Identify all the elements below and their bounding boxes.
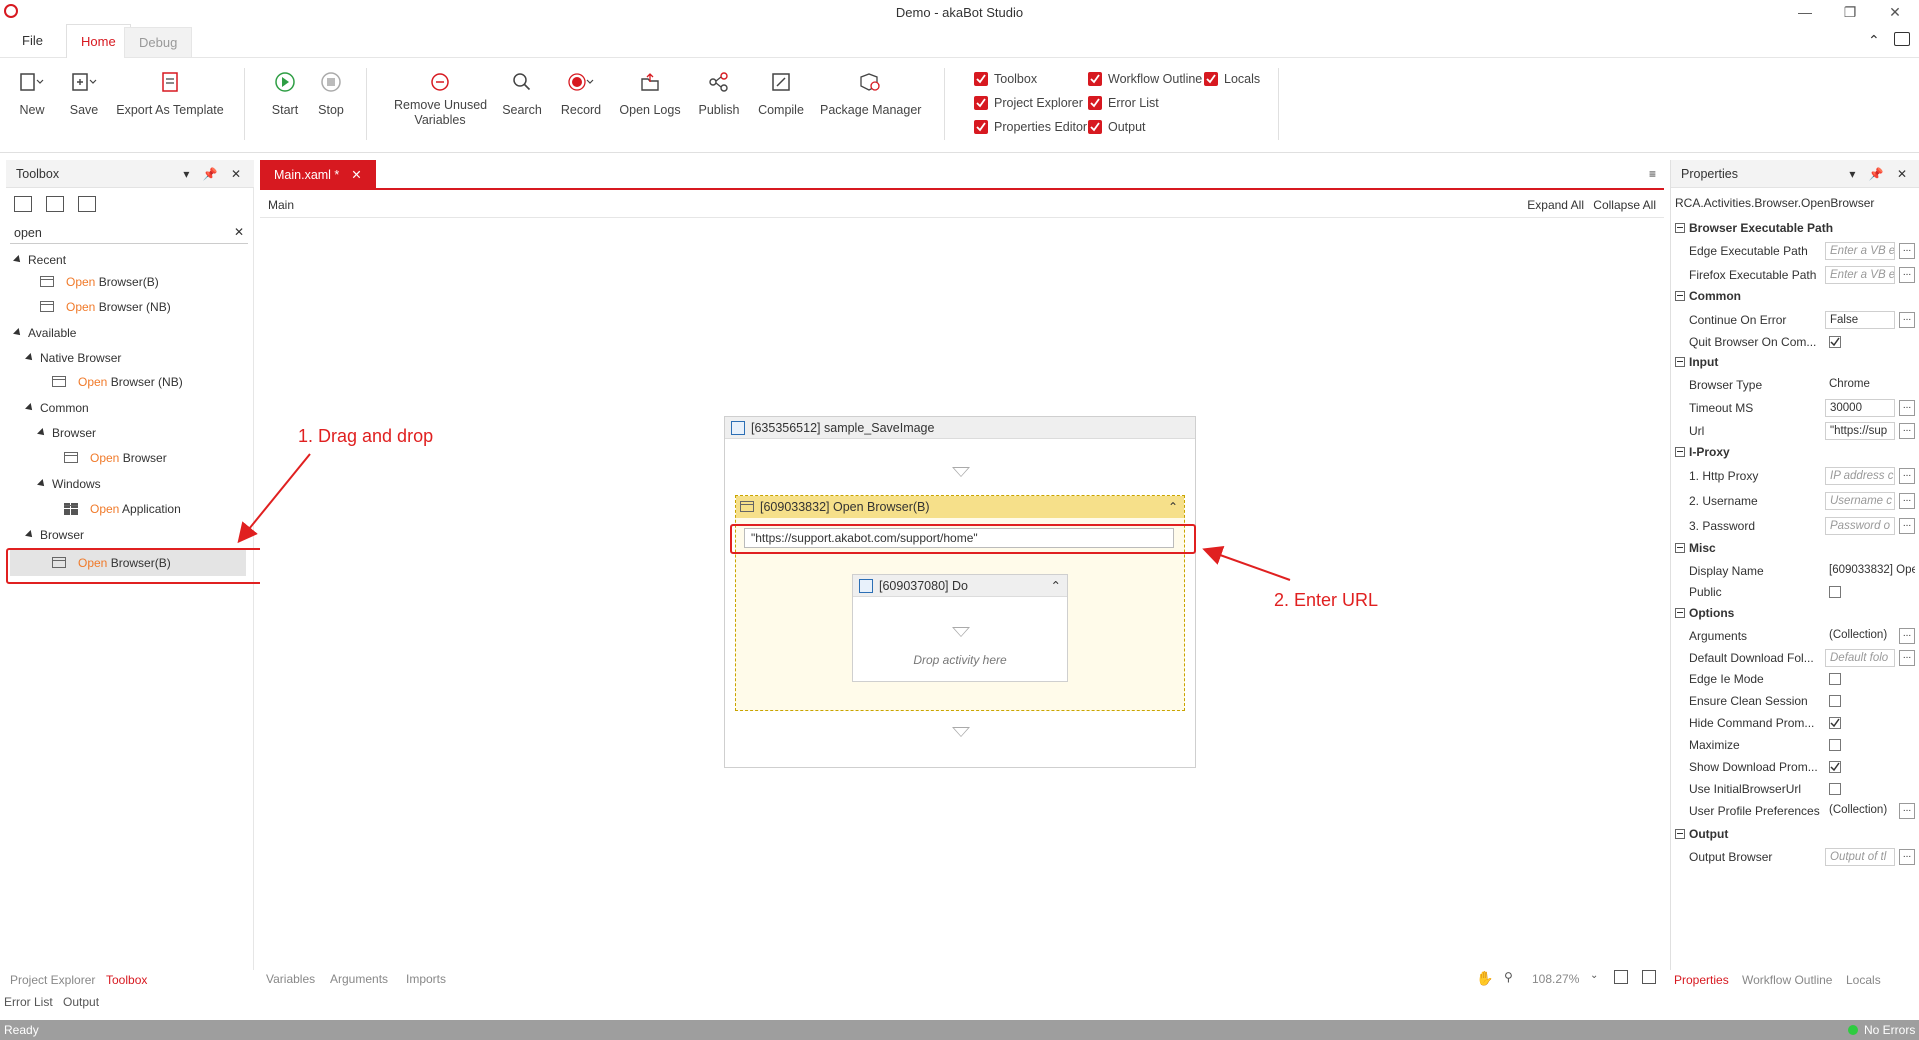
tab-project-explorer[interactable]: Project Explorer — [10, 973, 95, 987]
prop-use-initial-url: Use InitialBrowserUrl — [1671, 778, 1919, 800]
use-initial-url-checkbox[interactable] — [1829, 783, 1841, 795]
hide-command-checkbox[interactable] — [1829, 717, 1841, 729]
tab-toolbox[interactable]: Toolbox — [106, 973, 147, 987]
ellipsis-button[interactable]: ... — [1899, 650, 1915, 666]
ellipsis-button[interactable]: ... — [1899, 312, 1915, 328]
ellipsis-button[interactable]: ... — [1899, 493, 1915, 509]
collapse-category-icon — [1675, 543, 1685, 553]
chevron-down-icon[interactable]: ⌄ — [1590, 970, 1598, 981]
ellipsis-button[interactable]: ... — [1899, 400, 1915, 416]
output-browser-field[interactable]: Output of tl — [1825, 848, 1895, 866]
prop-user-profile: User Profile Preferences (Collection)... — [1671, 800, 1919, 822]
tab-properties[interactable]: Properties — [1674, 973, 1729, 987]
panel-header-buttons[interactable]: ▾ 📌 ✕ — [1849, 160, 1912, 188]
prop-continue-on-error: Continue On Error False... — [1671, 309, 1919, 331]
error-status: No Errors — [1864, 1023, 1916, 1037]
ellipsis-button[interactable]: ... — [1899, 628, 1915, 644]
collapse-category-icon — [1675, 223, 1685, 233]
prop-firefox-path: Firefox Executable Path Enter a VB e... — [1671, 264, 1919, 286]
tab-arguments[interactable]: Arguments — [330, 972, 388, 986]
zoom-level[interactable]: 108.27% — [1532, 972, 1579, 986]
default-download-field[interactable]: Default folo — [1825, 649, 1895, 667]
prop-url: Url "https://sup... — [1671, 420, 1919, 442]
prop-quit-browser: Quit Browser On Com... — [1671, 331, 1919, 353]
prop-http-proxy: 1. Http Proxy IP address c... — [1671, 465, 1919, 487]
collapse-category-icon — [1675, 291, 1685, 301]
prop-maximize: Maximize — [1671, 734, 1919, 756]
annotation-arrows — [237, 453, 1291, 581]
properties-panel: Properties ▾ 📌 ✕ RCA.Activities.Browser.… — [1670, 160, 1919, 970]
ensure-clean-checkbox[interactable] — [1829, 695, 1841, 707]
prop-browser-type: Browser Type Chrome — [1671, 374, 1919, 396]
prop-timeout: Timeout MS 30000... — [1671, 397, 1919, 419]
category-output[interactable]: Output — [1671, 824, 1728, 844]
status-text: Ready — [4, 1023, 39, 1037]
arguments-field[interactable]: (Collection) — [1825, 627, 1895, 645]
user-profile-field[interactable]: (Collection) — [1825, 802, 1895, 820]
edge-ie-mode-checkbox[interactable] — [1829, 673, 1841, 685]
status-ok-icon — [1848, 1025, 1858, 1035]
category-options[interactable]: Options — [1671, 603, 1734, 623]
prop-public: Public — [1671, 581, 1919, 603]
tab-error-list[interactable]: Error List — [4, 995, 53, 1009]
prop-arguments: Arguments (Collection)... — [1671, 625, 1919, 647]
category-input[interactable]: Input — [1671, 352, 1718, 372]
ellipsis-button[interactable]: ... — [1899, 423, 1915, 439]
quit-browser-checkbox[interactable] — [1829, 336, 1841, 348]
prop-show-download: Show Download Prom... — [1671, 756, 1919, 778]
ellipsis-button[interactable]: ... — [1899, 518, 1915, 534]
username-field[interactable]: Username c — [1825, 492, 1895, 510]
firefox-path-field[interactable]: Enter a VB e — [1825, 266, 1895, 284]
maximize-checkbox[interactable] — [1829, 739, 1841, 751]
continue-on-error-field[interactable]: False — [1825, 311, 1895, 329]
browser-type-select[interactable]: Chrome — [1825, 376, 1895, 394]
ellipsis-button[interactable]: ... — [1899, 468, 1915, 484]
overview-icon[interactable] — [1642, 970, 1656, 984]
prop-edge-path: Edge Executable Path Enter a VB e... — [1671, 240, 1919, 262]
prop-hide-command: Hide Command Prom... — [1671, 712, 1919, 734]
password-field[interactable]: Password o — [1825, 517, 1895, 535]
public-checkbox[interactable] — [1829, 586, 1841, 598]
prop-default-download: Default Download Fol... Default folo... — [1671, 647, 1919, 669]
collapse-category-icon — [1675, 608, 1685, 618]
prop-edge-ie-mode: Edge Ie Mode — [1671, 668, 1919, 690]
url-field[interactable]: "https://sup — [1825, 422, 1895, 440]
category-browser-executable-path[interactable]: Browser Executable Path — [1671, 218, 1833, 238]
hand-pan-icon[interactable]: ✋ — [1476, 970, 1493, 987]
collapse-category-icon — [1675, 447, 1685, 457]
category-i-proxy[interactable]: I-Proxy — [1671, 442, 1730, 462]
tab-imports[interactable]: Imports — [406, 972, 446, 986]
display-name-field[interactable]: [609033832] Ope — [1825, 562, 1915, 580]
show-download-checkbox[interactable] — [1829, 761, 1841, 773]
category-common[interactable]: Common — [1671, 286, 1741, 306]
collapse-category-icon — [1675, 829, 1685, 839]
status-bar: Ready No Errors — [0, 1020, 1919, 1040]
tab-variables[interactable]: Variables — [266, 972, 315, 986]
tab-output[interactable]: Output — [63, 995, 99, 1009]
ellipsis-button[interactable]: ... — [1899, 243, 1915, 259]
prop-display-name: Display Name [609033832] Ope — [1689, 562, 1915, 580]
activity-type-label: RCA.Activities.Browser.OpenBrowser — [1675, 196, 1875, 210]
ellipsis-button[interactable]: ... — [1899, 267, 1915, 283]
ellipsis-button[interactable]: ... — [1899, 803, 1915, 819]
edge-path-field[interactable]: Enter a VB e — [1825, 242, 1895, 260]
tab-workflow-outline[interactable]: Workflow Outline — [1742, 973, 1832, 987]
prop-output-browser: Output Browser Output of tl... — [1671, 846, 1919, 868]
properties-header: Properties ▾ 📌 ✕ — [1671, 160, 1919, 188]
prop-password: 3. Password Password o... — [1671, 515, 1919, 537]
http-proxy-field[interactable]: IP address c — [1825, 467, 1895, 485]
prop-ensure-clean: Ensure Clean Session — [1671, 690, 1919, 712]
fit-to-screen-icon[interactable] — [1614, 970, 1628, 984]
ellipsis-button[interactable]: ... — [1899, 849, 1915, 865]
timeout-field[interactable]: 30000 — [1825, 399, 1895, 417]
prop-username: 2. Username Username c... — [1671, 490, 1919, 512]
category-misc[interactable]: Misc — [1671, 538, 1716, 558]
zoom-search-icon[interactable]: ⚲ — [1504, 970, 1513, 984]
collapse-category-icon — [1675, 357, 1685, 367]
tab-locals[interactable]: Locals — [1846, 973, 1881, 987]
